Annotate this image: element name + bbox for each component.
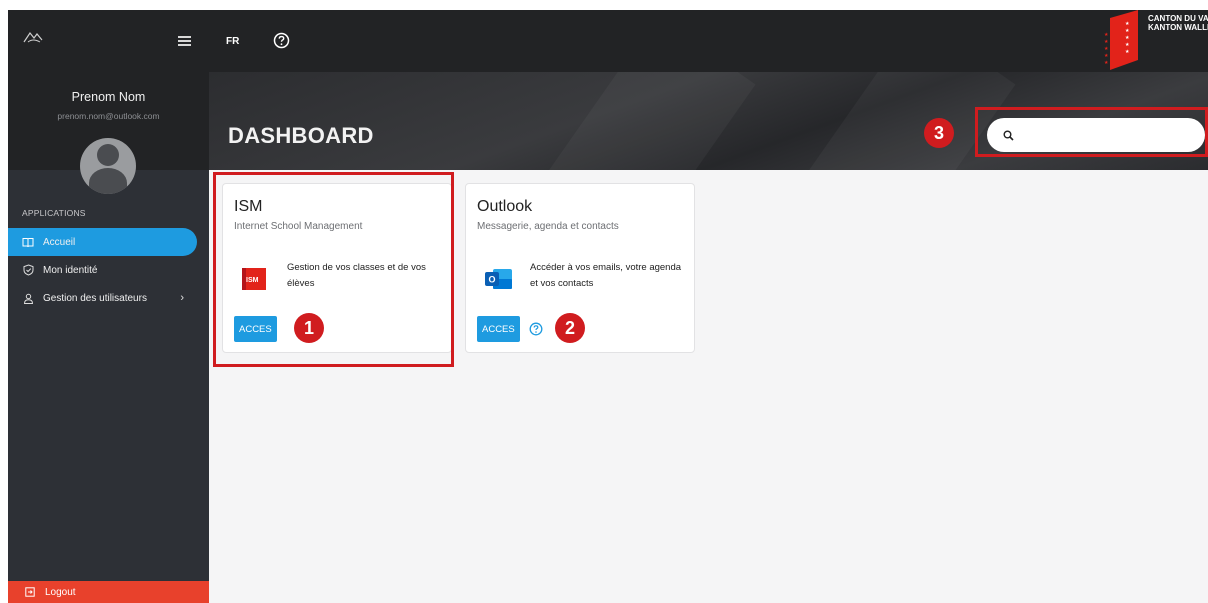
card-description: Accéder à vos emails, votre agenda et vo… (530, 262, 682, 289)
canton-flag-logo: ★★★ ★★ ★★★ ★★ (1104, 10, 1138, 70)
annotation-badge-2: 2 (555, 313, 585, 343)
users-icon (22, 292, 34, 304)
book-icon (22, 236, 34, 248)
hamburger-menu-icon[interactable] (178, 36, 191, 46)
sidebar-item-label: Mon identité (43, 264, 98, 276)
help-icon[interactable] (273, 32, 290, 49)
canton-name-de: KANTON WALLIS (1148, 23, 1208, 32)
logout-icon (25, 587, 35, 597)
shield-check-icon (22, 264, 34, 276)
svg-text:★: ★ (1125, 42, 1130, 48)
help-icon[interactable] (529, 322, 543, 336)
sidebar-item-mon-identite[interactable]: Mon identité (8, 256, 197, 284)
logout-label: Logout (45, 586, 76, 598)
highlight-box-ism (213, 172, 454, 367)
svg-text:★: ★ (1125, 21, 1130, 27)
logout-button[interactable]: Logout (8, 581, 209, 603)
section-label-applications: APPLICATIONS (22, 208, 86, 218)
acces-button-outlook[interactable]: ACCES (477, 316, 520, 342)
svg-text:★: ★ (1104, 39, 1109, 45)
svg-text:★: ★ (1125, 28, 1130, 34)
user-name: Prenom Nom (71, 90, 146, 104)
user-email: prenom.nom@outlook.com (57, 111, 160, 121)
svg-text:★: ★ (1104, 46, 1109, 52)
svg-text:★: ★ (1104, 53, 1109, 59)
canton-name-fr: CANTON DU VALAIS (1148, 14, 1208, 23)
annotation-badge-3: 3 (924, 118, 954, 148)
outlook-logo-text: O (489, 275, 496, 285)
svg-text:★: ★ (1125, 49, 1130, 55)
outlook-logo-icon: O (485, 269, 512, 289)
sidebar: Prenom Nom prenom.nom@outlook.com APPLIC… (8, 10, 209, 603)
top-bar: FR ★★★ ★★ ★★★ ★★ CANTON DU VALAIS KANTON… (209, 10, 1208, 72)
highlight-box-search (975, 107, 1208, 157)
svg-text:★: ★ (1104, 60, 1109, 66)
card-title: Outlook (477, 198, 533, 215)
hero-decoration (542, 72, 756, 170)
page-title: DASHBOARD (228, 123, 374, 148)
annotation-badge-1: 1 (294, 313, 324, 343)
svg-text:★: ★ (1125, 35, 1130, 41)
svg-text:★: ★ (1104, 32, 1109, 38)
card-subtitle: Messagerie, agenda et contacts (477, 221, 619, 232)
canton-name: CANTON DU VALAIS KANTON WALLIS (1148, 14, 1208, 32)
language-selector[interactable]: FR (226, 36, 239, 47)
sidebar-item-label: Accueil (43, 236, 76, 248)
brand-logo-icon[interactable] (22, 30, 44, 44)
chevron-right-icon: › (180, 292, 184, 304)
sidebar-item-gestion-utilisateurs[interactable]: Gestion des utilisateurs › (8, 284, 197, 312)
sidebar-item-accueil[interactable]: Accueil (8, 228, 197, 256)
sidebar-item-label: Gestion des utilisateurs (43, 292, 147, 304)
avatar[interactable] (80, 138, 136, 194)
